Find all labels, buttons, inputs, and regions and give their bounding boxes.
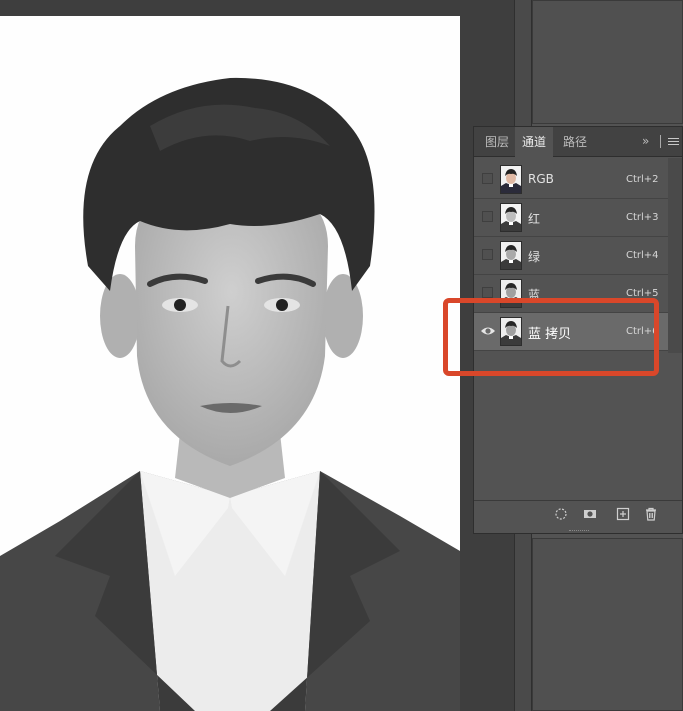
lower-dock-panel xyxy=(532,538,683,711)
new-channel-icon[interactable] xyxy=(616,507,630,521)
visibility-toggle[interactable] xyxy=(482,287,493,298)
tab-layers[interactable]: 图层 xyxy=(478,127,516,157)
save-selection-icon[interactable] xyxy=(583,507,597,521)
channel-row-green[interactable]: 绿 Ctrl+4 xyxy=(474,237,668,275)
channel-name: 绿 xyxy=(528,250,541,264)
portrait-photo xyxy=(0,16,460,711)
tab-channels[interactable]: 通道 xyxy=(515,127,553,158)
document-workspace xyxy=(0,0,514,711)
panel-resize-grip[interactable] xyxy=(569,530,589,533)
channel-name: 红 xyxy=(528,212,541,226)
visibility-toggle[interactable] xyxy=(482,211,493,222)
delete-channel-icon[interactable] xyxy=(644,507,658,521)
tab-separator xyxy=(660,135,661,148)
highlight-annotation xyxy=(443,298,659,376)
panel-menu-icon[interactable] xyxy=(668,138,679,146)
document-canvas[interactable] xyxy=(0,16,460,711)
channel-name: RGB xyxy=(528,172,554,186)
channel-thumbnail xyxy=(500,165,522,194)
panel-footer xyxy=(474,500,682,528)
panel-tab-bar: 图层 通道 路径 » xyxy=(474,127,682,158)
tab-paths[interactable]: 路径 xyxy=(556,127,594,157)
load-selection-icon[interactable] xyxy=(554,507,568,521)
channel-row-red[interactable]: 红 Ctrl+3 xyxy=(474,199,668,237)
channel-shortcut: Ctrl+2 xyxy=(626,174,659,185)
upper-dock-panel xyxy=(532,0,683,124)
channel-row-rgb[interactable]: RGB Ctrl+2 xyxy=(474,161,668,199)
channel-thumbnail xyxy=(500,203,522,232)
collapse-panel-icon[interactable]: » xyxy=(642,134,649,148)
visibility-toggle[interactable] xyxy=(482,249,493,260)
visibility-toggle[interactable] xyxy=(482,173,493,184)
channel-shortcut: Ctrl+3 xyxy=(626,212,659,223)
channel-thumbnail xyxy=(500,241,522,270)
channel-shortcut: Ctrl+4 xyxy=(626,250,659,261)
channel-list-scrollbar[interactable] xyxy=(668,158,682,353)
